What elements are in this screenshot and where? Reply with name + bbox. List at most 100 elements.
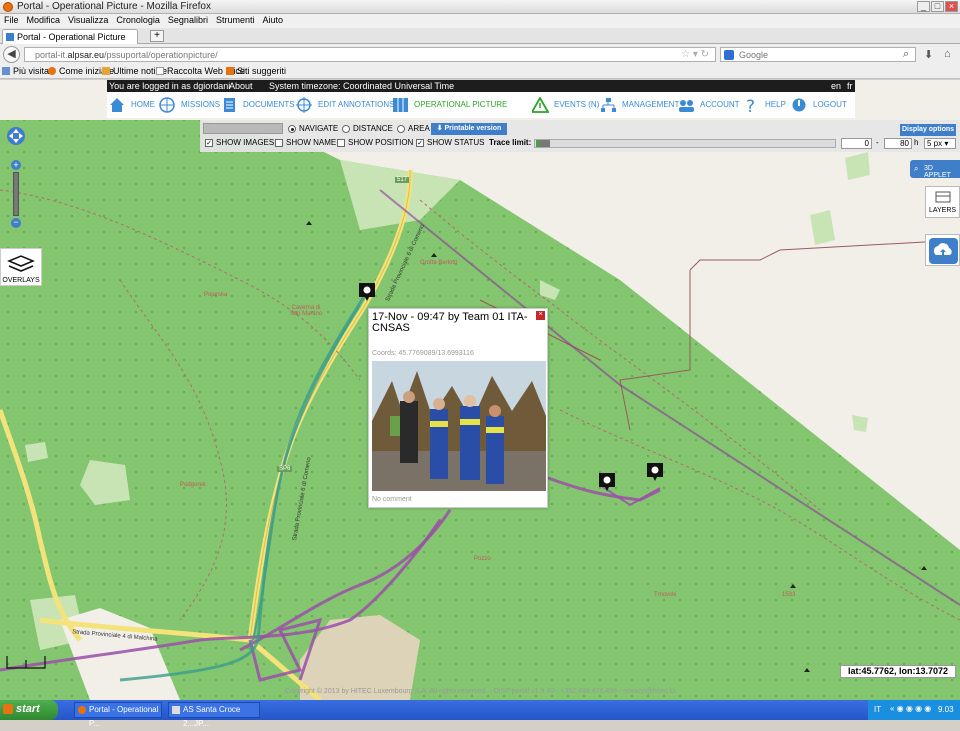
menu-help[interactable]: ? HELP [743,96,786,114]
zoom-control[interactable]: + − [10,160,22,230]
maximize-button[interactable]: □ [931,1,944,12]
menu-account[interactable]: ACCOUNT [678,96,740,114]
url-bar[interactable]: portal-it.alpsar.eu/pssuportal/operation… [24,47,716,62]
menu-events[interactable]: EVENTS (N) [532,96,599,114]
new-tab-button[interactable]: + [150,30,164,42]
trace-limit-slider[interactable] [534,139,836,148]
menu-visualizza[interactable]: Visualizza [64,14,112,26]
firefox-icon [3,2,13,12]
home-icon[interactable]: ⌂ [944,48,951,60]
lang-fr-link[interactable]: fr [847,81,853,91]
menu-home[interactable]: HOME [109,96,155,114]
photo-marker[interactable] [646,462,664,482]
language-indicator[interactable]: IT [874,705,881,714]
menu-management[interactable]: MANAGEMENT [600,96,679,114]
svg-text:?: ? [746,97,755,113]
rss-icon [102,67,110,75]
slider-handle[interactable] [536,140,550,147]
question-icon: ? [746,97,755,113]
upload-cloud-button[interactable] [925,234,960,266]
show-name-checkbox[interactable]: SHOW NAME [275,138,336,147]
zoom-slider[interactable] [13,172,19,216]
window-title: Portal - Operational Picture - Mozilla F… [17,1,211,12]
menu-cronologia[interactable]: Cronologia [112,14,164,26]
system-tray: IT « ◉ ◉ ◉ ◉ 9.03 [868,700,960,720]
bookmark-star-icon[interactable]: ☆ ▾ ↻ [681,49,709,60]
zoom-in-button[interactable]: + [11,160,21,170]
area-radio[interactable]: AREA [397,124,430,133]
menu-strumenti[interactable]: Strumenti [212,14,259,26]
search-go-icon[interactable]: ⌕ [903,48,909,61]
display-options-button[interactable]: Display options [900,124,956,136]
search-placeholder: Google [739,50,769,60]
tab-bar: Portal - Operational Picture + [0,28,960,44]
distance-radio[interactable]: DISTANCE [342,124,393,133]
popup-comment: No comment [372,496,412,503]
tray-icons[interactable]: « ◉ ◉ ◉ ◉ [890,704,931,713]
photo-marker[interactable] [598,472,616,492]
menu-missions[interactable]: MISSIONS [159,96,220,114]
show-status-checkbox[interactable]: ✓ SHOW STATUS [416,138,484,147]
start-label: start [16,703,40,715]
close-window-button[interactable]: × [945,1,958,12]
popup-close-button[interactable]: × [536,311,545,320]
task-label: AS Santa Croce 2...JP... [183,705,241,728]
menu-operational-picture[interactable]: OPERATIONAL PICTURE [392,96,507,114]
login-bar: You are logged in as dgiordani About Sys… [107,80,855,92]
bookmark-piu-visitati[interactable]: Più visitati [2,66,54,76]
trace-min-input[interactable]: 0 [841,138,872,149]
layers-button[interactable]: LAYERS [925,186,960,218]
popup-photo[interactable] [372,361,546,491]
search-input[interactable]: Google [720,47,916,62]
trace-width-select[interactable]: 5 px ▾ [924,138,956,149]
web-slice-icon [156,67,164,75]
coordinates-readout: lat:45.7762, lon:13.7072 [840,665,956,678]
lang-en-link[interactable]: en [831,81,841,91]
location-search-input[interactable] [203,123,283,134]
menu-documents[interactable]: DOCUMENTS [221,96,295,114]
printable-label: Printable version [444,125,502,132]
menu-aiuto[interactable]: Aiuto [258,14,287,26]
warning-icon [532,97,549,113]
overlays-button[interactable]: OVERLAYS [0,248,42,286]
map-icon [393,98,408,112]
show-position-checkbox[interactable]: SHOW POSITION [337,138,413,147]
power-icon [792,98,806,112]
navigate-radio[interactable]: NAVIGATE [288,124,338,133]
org-chart-icon [601,98,616,112]
menu-edit-annotations[interactable]: EDIT ANNOTATIONS [296,96,394,114]
menu-file[interactable]: File [0,14,23,26]
tab-portal[interactable]: Portal - Operational Picture [2,29,138,44]
pan-control[interactable] [6,126,26,158]
taskbar-item-santa-croce[interactable]: AS Santa Croce 2...JP... [168,702,260,728]
minimize-button[interactable]: _ [917,1,930,12]
url-prefix: portal-it. [35,50,68,60]
clock: 9.03 [938,705,954,714]
bookmark-folder-icon [2,67,10,75]
start-button[interactable]: start [0,700,58,720]
trace-limit-label: Trace limit: [489,138,532,147]
suggested-sites-icon [226,67,234,75]
back-button[interactable]: ◀ [3,46,20,63]
download-icon[interactable]: ⬇ [924,48,933,61]
menu-segnalibri[interactable]: Segnalibri [164,14,212,26]
taskbar-item-portal[interactable]: Portal - Operational P... [74,702,162,728]
photo-marker[interactable] [358,282,376,302]
menu-account-label: ACCOUNT [700,100,740,109]
zoom-out-button[interactable]: − [11,218,21,228]
bookmarks-bar: Più visitati Come iniziare Ultime notizi… [0,64,960,79]
map-label-hill3: Trnovski [654,592,677,598]
bookmark-siti-suggeriti[interactable]: Siti suggeriti [226,66,286,76]
3d-applet-button[interactable]: ⌕ 3D APPLET [910,160,960,179]
show-images-checkbox[interactable]: ✓ SHOW IMAGES [205,138,274,147]
photo-popup: 17-Nov - 09:47 by Team 01 ITA-CNSAS × Co… [368,308,548,508]
trace-max-input[interactable]: 80 [884,138,912,149]
about-link[interactable]: About [229,81,253,91]
url-host: alpsar.eu [67,50,105,60]
menu-logout[interactable]: LOGOUT [791,96,847,114]
map-label-hill: Pojarska [204,292,228,298]
window-titlebar: Portal - Operational Picture - Mozilla F… [0,0,960,14]
navigation-bar: ◀ portal-it.alpsar.eu/pssuportal/operati… [0,44,960,64]
printable-version-button[interactable]: ⬇ Printable version [431,123,507,135]
menu-modifica[interactable]: Modifica [23,14,65,26]
